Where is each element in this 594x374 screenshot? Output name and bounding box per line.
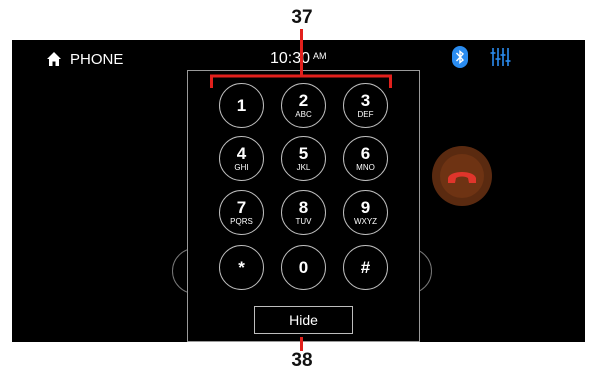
key-1[interactable]: 1 — [219, 83, 264, 128]
key-digit: 5 — [298, 144, 309, 163]
dial-keypad: 1 2 ABC 3 DEF 4 GHI 5 JKL 6 MNO 7 PQRS 8 TUV 9W… — [187, 70, 420, 342]
clock-ampm: AM — [313, 51, 327, 61]
clock: 10:30 AM — [270, 50, 327, 68]
key-letters: JKL — [296, 163, 311, 172]
key-star[interactable]: * — [219, 245, 264, 290]
key-letters: GHI — [234, 163, 249, 172]
callout-37-bracket — [210, 74, 392, 88]
key-8[interactable]: 8 TUV — [281, 190, 326, 235]
callout-37-leader — [300, 29, 303, 76]
page-title: PHONE — [70, 51, 124, 68]
key-digit: 2 — [298, 91, 309, 110]
key-0[interactable]: 0 — [281, 245, 326, 290]
key-2[interactable]: 2 ABC — [281, 83, 326, 128]
key-digit: 7 — [236, 198, 247, 217]
callout-38-leader — [300, 337, 303, 351]
key-digit: * — [238, 258, 245, 277]
key-digit: 9 — [360, 198, 371, 217]
key-digit: 3 — [360, 91, 371, 110]
end-call-icon — [448, 172, 476, 183]
key-letters: WXYZ — [353, 217, 378, 226]
key-letters: DEF — [357, 110, 374, 119]
end-call-inner — [440, 154, 484, 198]
key-digit: 4 — [236, 144, 247, 163]
home-icon[interactable] — [46, 51, 62, 67]
key-digit: 0 — [298, 258, 309, 277]
key-6[interactable]: 6 MNO — [343, 136, 388, 181]
key-letters: MNO — [356, 163, 375, 172]
key-digit: # — [360, 258, 371, 277]
bluetooth-icon — [452, 46, 468, 68]
equalizer-icon[interactable] — [490, 47, 512, 67]
key-7[interactable]: 7 PQRS — [219, 190, 264, 235]
end-call-button[interactable] — [432, 146, 492, 206]
key-digit: 1 — [236, 96, 247, 115]
key-letters: ABC — [295, 110, 312, 119]
key-4[interactable]: 4 GHI — [219, 136, 264, 181]
callout-37: 37 — [291, 7, 313, 28]
key-5[interactable]: 5 JKL — [281, 136, 326, 181]
key-digit: 8 — [298, 198, 309, 217]
key-3[interactable]: 3 DEF — [343, 83, 388, 128]
key-9[interactable]: 9 WXYZ — [343, 190, 388, 235]
clock-time: 10:30 — [270, 50, 311, 67]
key-hash[interactable]: # — [343, 245, 388, 290]
hide-button[interactable]: Hide — [254, 306, 353, 334]
key-letters: PQRS — [230, 217, 253, 226]
key-letters: TUV — [295, 217, 312, 226]
callout-38: 38 — [291, 350, 313, 371]
key-digit: 6 — [360, 144, 371, 163]
